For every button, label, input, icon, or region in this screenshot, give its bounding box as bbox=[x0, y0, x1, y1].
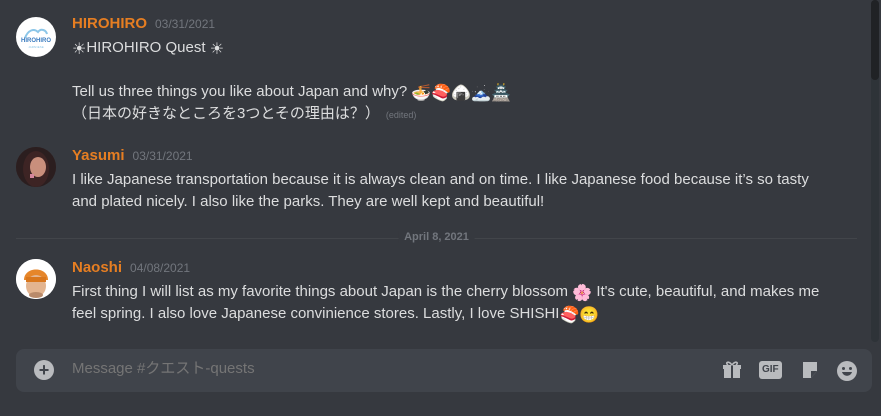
mount-fuji-icon: 🗻 bbox=[471, 85, 492, 102]
sushi-icon: 🍣 bbox=[431, 85, 452, 102]
cherry-blossom-icon: 🌸 bbox=[572, 285, 593, 302]
edited-tag: (edited) bbox=[385, 110, 417, 120]
svg-text:JAPANESE: JAPANESE bbox=[28, 45, 43, 49]
avatar[interactable] bbox=[16, 147, 56, 187]
username[interactable]: Naoshi bbox=[72, 259, 122, 276]
message-naoshi: Naoshi 04/08/2021 First thing I will lis… bbox=[0, 259, 867, 325]
timestamp: 04/08/2021 bbox=[130, 261, 191, 275]
svg-text:HIROHIRO: HIROHIRO bbox=[21, 38, 51, 44]
avatar[interactable]: HIROHIRO JAPANESE bbox=[16, 17, 56, 57]
rice-ball-icon: 🍙 bbox=[451, 85, 472, 102]
quest-question-japanese: （日本の好きなところを3つとその理由は？） bbox=[72, 105, 380, 122]
grinning-face-icon: 😁 bbox=[579, 307, 600, 324]
gift-icon[interactable] bbox=[722, 360, 742, 380]
message-text: feel spring. I also love Japanese convin… bbox=[72, 305, 560, 322]
sticker-icon[interactable] bbox=[800, 360, 820, 380]
sun-icon: ☀ bbox=[72, 41, 87, 58]
timestamp: 03/31/2021 bbox=[132, 149, 193, 163]
message-line: ☀HIROHIRO Quest ☀ bbox=[72, 37, 867, 59]
gif-icon[interactable]: GIF bbox=[759, 361, 782, 379]
avatar-photo bbox=[16, 147, 56, 187]
attach-icon[interactable]: + bbox=[34, 360, 54, 380]
username[interactable]: Yasumi bbox=[72, 147, 125, 164]
message-composer: + GIF bbox=[16, 349, 872, 392]
message-yasumi: Yasumi 03/31/2021 I like Japanese transp… bbox=[0, 147, 867, 213]
scrollbar-thumb[interactable] bbox=[871, 0, 879, 80]
message-input[interactable] bbox=[72, 360, 672, 377]
date-divider-label: April 8, 2021 bbox=[398, 231, 475, 243]
emoji-picker-icon[interactable] bbox=[836, 360, 858, 382]
message-line: （日本の好きなところを3つとその理由は？） (edited) bbox=[72, 103, 867, 126]
username[interactable]: HIROHIRO bbox=[72, 15, 147, 32]
quest-title: HIROHIRO Quest bbox=[86, 39, 206, 56]
date-divider: April 8, 2021 bbox=[16, 231, 857, 243]
ramen-icon: 🍜 bbox=[411, 85, 432, 102]
sun-icon: ☀ bbox=[209, 41, 225, 58]
hirohiro-logo: HIROHIRO JAPANESE bbox=[21, 28, 51, 49]
castle-icon: 🏯 bbox=[491, 85, 511, 102]
sushi-icon: 🍣 bbox=[559, 307, 580, 324]
message-line: feel spring. I also love Japanese convin… bbox=[72, 303, 867, 325]
message-text: First thing I will list as my favorite t… bbox=[72, 283, 569, 300]
avatar[interactable] bbox=[16, 259, 56, 299]
message-hirohiro: HIROHIRO JAPANESE HIROHIRO 03/31/2021 ☀H… bbox=[0, 15, 867, 125]
avatar-photo bbox=[16, 259, 56, 299]
message-line: First thing I will list as my favorite t… bbox=[72, 281, 867, 303]
message-line: I like Japanese transportation because i… bbox=[72, 171, 809, 188]
quest-question: Tell us three things you like about Japa… bbox=[72, 83, 408, 100]
message-text: It's cute, beautiful, and makes me bbox=[596, 283, 820, 300]
message-line: Tell us three things you like about Japa… bbox=[72, 81, 867, 103]
timestamp: 03/31/2021 bbox=[155, 17, 216, 31]
message-line: and plated nicely. I also like the parks… bbox=[72, 193, 545, 210]
